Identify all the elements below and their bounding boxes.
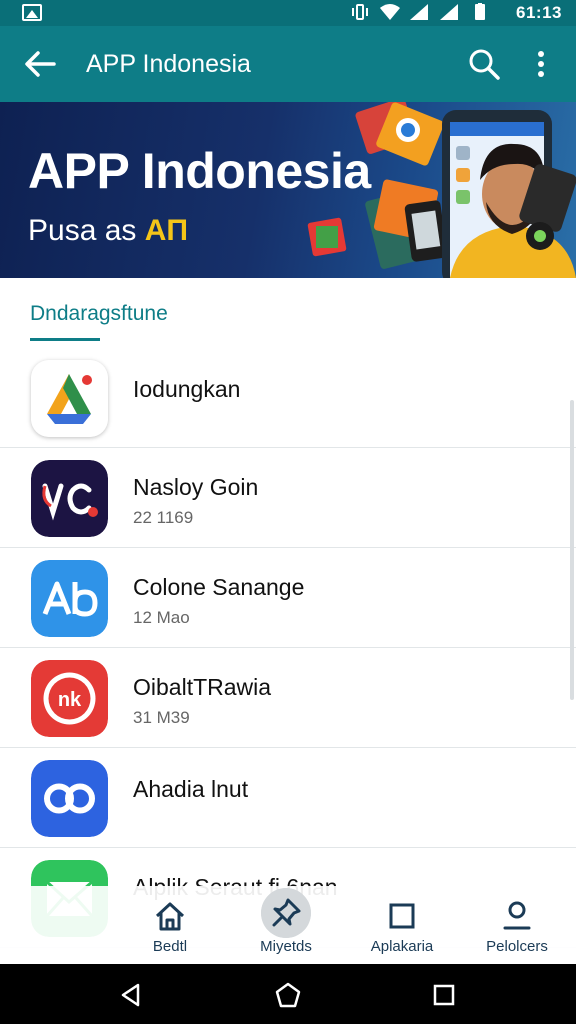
app-size: 22 1169 [133,508,194,527]
square-icon [389,903,415,929]
ab-logo-icon [31,560,108,637]
system-navigation-bar [0,964,576,1024]
triangle-logo-icon [31,360,108,437]
recents-square-icon[interactable] [429,980,459,1010]
section-header: Dndaragsftune [0,278,576,348]
section-tab-label[interactable]: Dndaragsftune [30,302,168,326]
app-name: Iodungkan [133,376,241,402]
status-bar: 61:13 [0,0,576,26]
banner-subtitle-accent: AΠ [144,214,189,247]
battery-icon [475,3,485,20]
bottom-navigation: Bedtl Miyetds Aplakaria Pelolcers [0,886,576,964]
list-item[interactable]: nk OibaltTRawia 31 M39 [0,648,576,748]
banner-subtitle: Pusa as AΠ [28,214,188,248]
search-icon[interactable] [466,46,502,82]
pin-icon [261,888,311,938]
app-name: Nasloy Goin [133,474,259,500]
person-icon [503,901,531,930]
home-icon [155,902,185,931]
more-vert-icon[interactable] [528,46,554,82]
wifi-icon [380,4,400,20]
back-triangle-icon[interactable] [116,980,146,1010]
list-item[interactable]: Ahadia lnut [0,748,576,848]
promo-banner[interactable]: APP Indonesia Pusa as AΠ [0,102,576,278]
nav-item-profile[interactable]: Pelolcers [445,886,576,964]
section-tab-indicator [30,338,100,341]
page-title: APP Indonesia [86,50,251,78]
nav-label: Pelolcers [486,938,548,955]
banner-subtitle-text: Pusa as [28,214,145,247]
app-size: 31 M39 [133,708,190,727]
scrollbar[interactable] [570,400,574,700]
vc-logo-icon [31,460,108,537]
nk-logo-icon: nk [31,660,108,737]
app-size: 12 Mao [133,608,190,627]
list-item[interactable]: Iodungkan [0,348,576,448]
clock: 61:13 [516,3,562,22]
app-toolbar: APP Indonesia [0,26,576,102]
vibrate-icon [352,4,368,20]
app-name: Ahadia lnut [133,776,249,802]
app-name: Colone Sanange [133,574,305,600]
arrow-left-icon[interactable] [20,46,60,82]
infinity-logo-icon [31,760,108,837]
app-name: OibaltTRawia [133,674,272,700]
signal-icon [440,4,458,20]
status-icons [350,3,490,21]
banner-illustration [307,102,576,278]
list-item[interactable]: Colone Sanange 12 Mao [0,548,576,648]
gallery-icon [22,4,42,21]
list-item[interactable]: Nasloy Goin 22 1169 [0,448,576,548]
signal-icon [410,4,428,20]
home-circle-icon[interactable] [273,980,303,1010]
svg-text:nk: nk [58,689,82,711]
